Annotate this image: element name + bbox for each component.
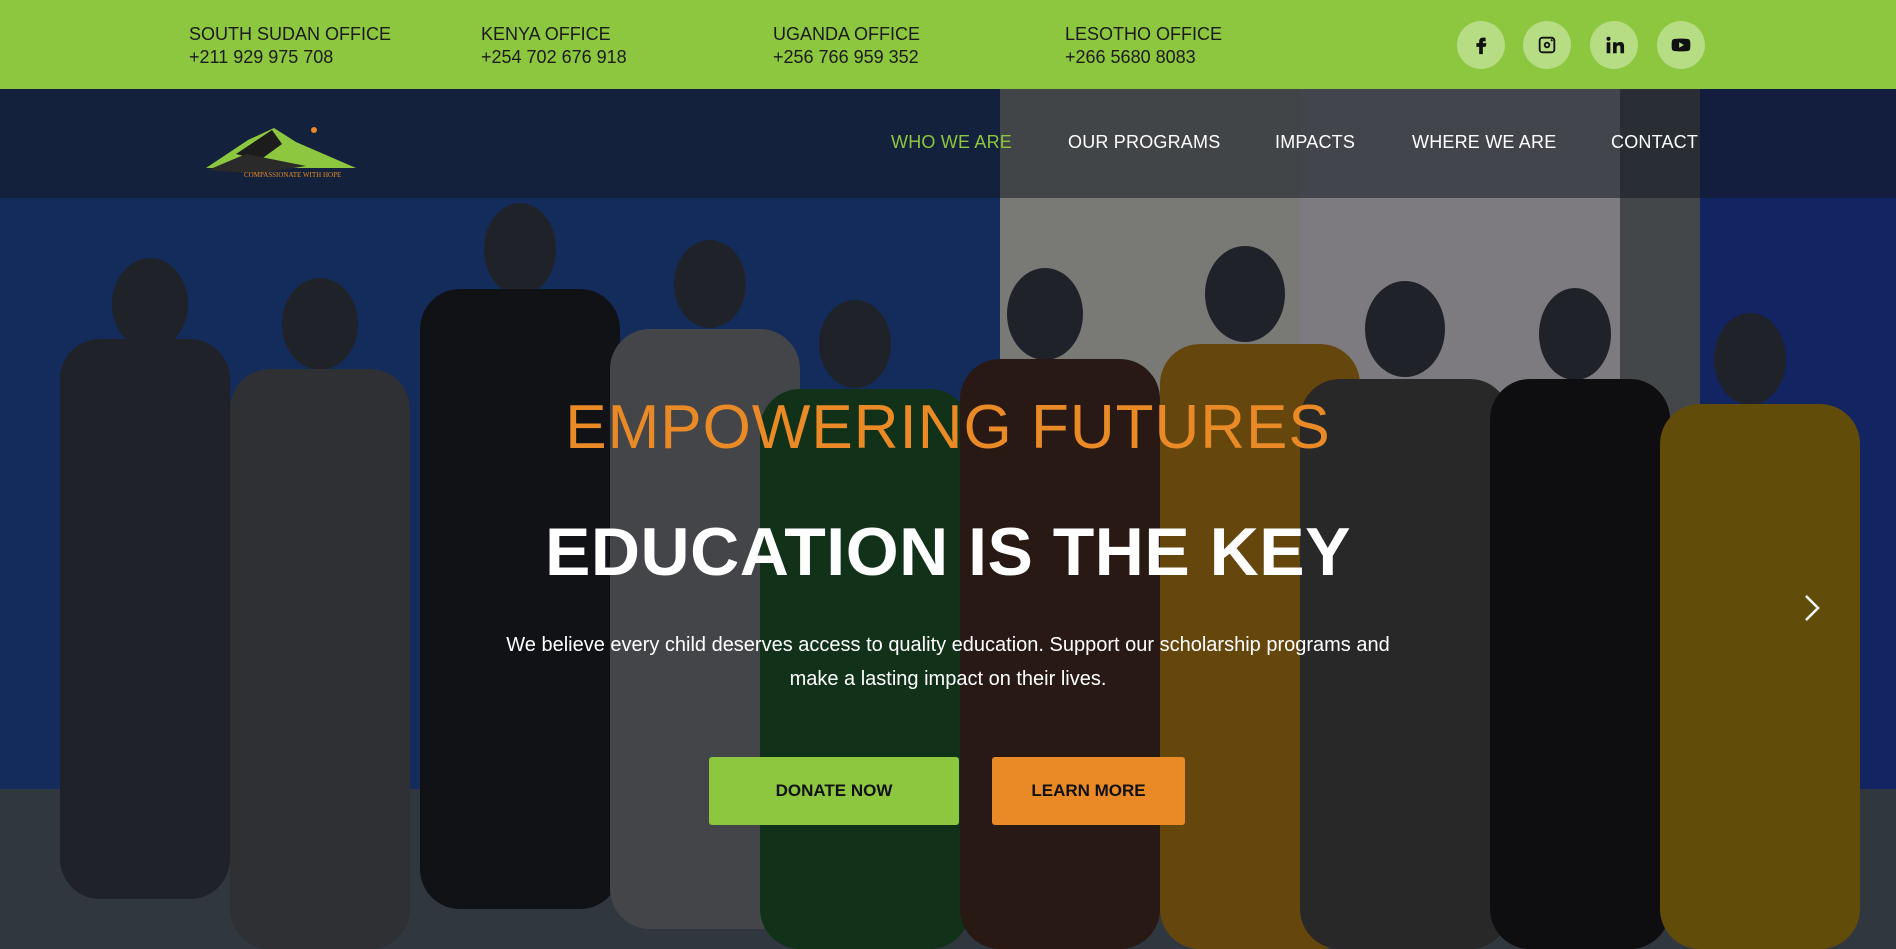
- site-logo[interactable]: COMPASSIONATE WITH HOPE: [196, 110, 376, 180]
- carousel-next-icon[interactable]: [1797, 588, 1827, 628]
- office-phone[interactable]: +266 5680 8083: [1065, 46, 1222, 69]
- office-phone[interactable]: +256 766 959 352: [773, 46, 920, 69]
- top-contact-bar: SOUTH SUDAN OFFICE +211 929 975 708 KENY…: [0, 0, 1896, 89]
- hero-eyebrow: EMPOWERING FUTURES: [565, 393, 1331, 462]
- nav-impacts[interactable]: IMPACTS: [1275, 132, 1355, 153]
- logo-tagline: COMPASSIONATE WITH HOPE: [244, 171, 341, 179]
- donate-now-button[interactable]: DONATE NOW: [709, 757, 959, 825]
- youtube-icon[interactable]: [1657, 21, 1705, 69]
- nav-our-programs[interactable]: OUR PROGRAMS: [1068, 132, 1220, 153]
- facebook-icon[interactable]: [1457, 21, 1505, 69]
- office-uganda: UGANDA OFFICE +256 766 959 352: [773, 23, 920, 69]
- office-name: LESOTHO OFFICE: [1065, 24, 1223, 44]
- office-phone[interactable]: +254 702 676 918: [481, 46, 627, 69]
- linkedin-icon[interactable]: [1590, 21, 1638, 69]
- office-kenya: KENYA OFFICE +254 702 676 918: [481, 23, 627, 69]
- instagram-icon[interactable]: [1523, 21, 1571, 69]
- nav-where-we-are[interactable]: WHERE WE ARE: [1412, 132, 1556, 153]
- office-south-sudan: SOUTH SUDAN OFFICE +211 929 975 708: [189, 23, 391, 69]
- learn-more-button[interactable]: LEARN MORE: [992, 757, 1185, 825]
- nav-who-we-are[interactable]: WHO WE ARE: [891, 132, 1012, 153]
- office-name: SOUTH SUDAN OFFICE: [189, 24, 392, 44]
- nav-contact[interactable]: CONTACT: [1611, 132, 1698, 153]
- office-name: UGANDA OFFICE: [773, 24, 921, 44]
- office-phone[interactable]: +211 929 975 708: [189, 46, 391, 69]
- hero-headline: EDUCATION IS THE KEY: [545, 514, 1351, 590]
- office-name: KENYA OFFICE: [481, 24, 611, 44]
- hero-subtext: We believe every child deserves access t…: [506, 634, 1390, 690]
- office-lesotho: LESOTHO OFFICE +266 5680 8083: [1065, 23, 1222, 69]
